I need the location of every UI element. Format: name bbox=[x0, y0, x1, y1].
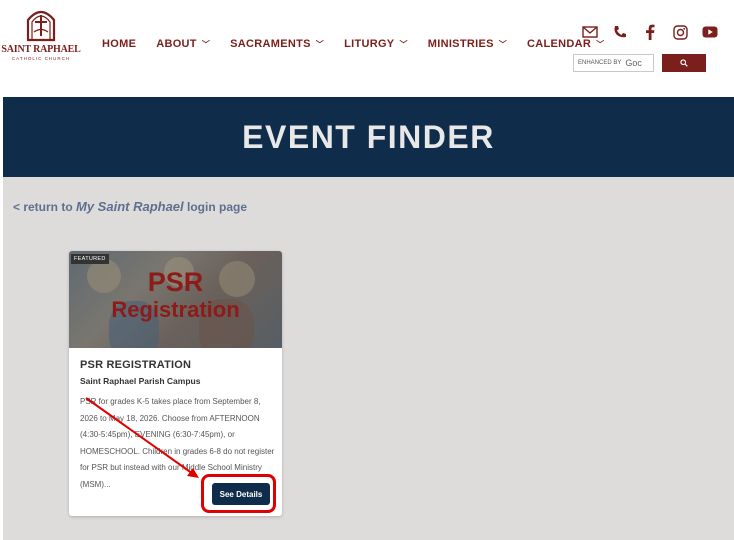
event-title[interactable]: PSR REGISTRATION bbox=[80, 359, 191, 371]
logo-subtitle: CATHOLIC CHURCH bbox=[11, 56, 71, 61]
event-image[interactable]: PSR Registration FEATURED bbox=[69, 251, 282, 348]
annotation-highlight bbox=[201, 474, 276, 513]
mail-icon[interactable] bbox=[578, 22, 602, 42]
back-link[interactable]: < return to My Saint Raphael login page bbox=[13, 199, 247, 214]
site-logo[interactable]: SAINT RAPHAEL CATHOLIC CHURCH bbox=[1, 6, 81, 70]
google-label: Goc bbox=[625, 58, 642, 68]
nav-about[interactable]: ABOUT ﹀ bbox=[156, 38, 210, 50]
enhanced-by-label: ENHANCED BY bbox=[578, 60, 622, 66]
chevron-down-icon: ﹀ bbox=[201, 39, 211, 49]
back-link-prefix: < return to bbox=[13, 200, 73, 214]
instagram-icon[interactable] bbox=[668, 22, 692, 42]
social-links bbox=[578, 22, 728, 42]
site-header: SAINT RAPHAEL CATHOLIC CHURCH HOME ABOUT… bbox=[0, 0, 734, 97]
nav-ministries[interactable]: MINISTRIES ﹀ bbox=[428, 38, 507, 50]
search-input[interactable]: ENHANCED BY Goc bbox=[573, 54, 654, 72]
page-title: EVENT FINDER bbox=[242, 118, 495, 155]
back-link-suffix: login page bbox=[187, 200, 247, 214]
nav-label: SACRAMENTS bbox=[230, 38, 311, 50]
main-nav: HOME ABOUT ﹀ SACRAMENTS ﹀ LITURGY ﹀ MINISTR… bbox=[102, 38, 624, 50]
nav-liturgy[interactable]: LITURGY ﹀ bbox=[344, 38, 408, 50]
event-location: Saint Raphael Parish Campus bbox=[80, 376, 201, 386]
search-button[interactable] bbox=[662, 54, 706, 72]
nav-label: ABOUT bbox=[156, 38, 197, 50]
image-text-psr: PSR bbox=[147, 267, 204, 297]
search-icon bbox=[680, 59, 688, 67]
phone-icon[interactable] bbox=[608, 22, 632, 42]
youtube-icon[interactable] bbox=[698, 22, 722, 42]
featured-badge: FEATURED bbox=[71, 254, 109, 264]
main-content: < return to My Saint Raphael login page … bbox=[3, 177, 734, 540]
logo-title: SAINT RAPHAEL bbox=[1, 44, 81, 55]
chevron-down-icon: ﹀ bbox=[315, 39, 325, 49]
hero-banner: EVENT FINDER bbox=[3, 97, 734, 177]
back-link-emphasis: My Saint Raphael bbox=[76, 199, 184, 214]
chevron-down-icon: ﹀ bbox=[399, 39, 408, 49]
facebook-icon[interactable] bbox=[638, 22, 662, 42]
chevron-down-icon: ﹀ bbox=[498, 39, 508, 49]
nav-label: LITURGY bbox=[344, 38, 395, 50]
nav-home[interactable]: HOME bbox=[102, 38, 136, 50]
nav-label: MINISTRIES bbox=[427, 38, 494, 50]
church-logo-icon bbox=[26, 10, 56, 42]
image-text-registration: Registration bbox=[111, 297, 240, 322]
nav-label: HOME bbox=[102, 38, 137, 50]
nav-sacraments[interactable]: SACRAMENTS ﹀ bbox=[230, 38, 324, 50]
search-bar: ENHANCED BY Goc bbox=[573, 54, 706, 72]
